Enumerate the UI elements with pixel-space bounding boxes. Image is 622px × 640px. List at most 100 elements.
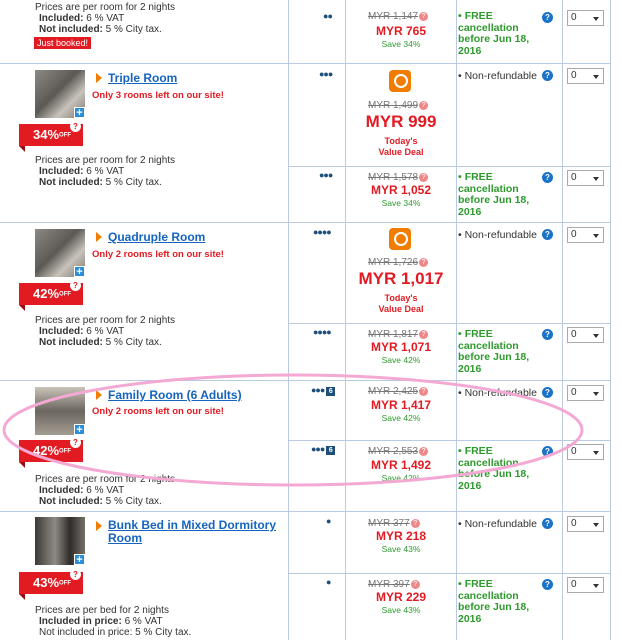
policy-not-included-label: Not included in price:	[39, 627, 133, 638]
rooms-left-warning: Only 3 rooms left on our site!	[92, 90, 224, 101]
info-icon[interactable]: ?	[70, 121, 81, 132]
room-quantity-select[interactable]: 0	[567, 577, 604, 593]
non-refundable-label: • Non-refundable	[458, 70, 537, 82]
policy-included-label: Included:	[39, 13, 84, 24]
room-quantity-select[interactable]: 0	[567, 516, 604, 532]
help-icon[interactable]: ?	[542, 518, 553, 529]
expand-photo-icon[interactable]: +	[74, 554, 85, 566]
original-price-text: MYR 397	[368, 579, 410, 590]
deal-price: MYR 765	[375, 24, 427, 38]
help-icon[interactable]: ?	[542, 579, 553, 590]
original-price-text: MYR 1,726	[368, 257, 419, 268]
info-icon[interactable]: ?	[419, 11, 429, 21]
savings-label: Save 34%	[381, 39, 421, 49]
help-icon[interactable]: ?	[542, 229, 553, 240]
original-price-text: MYR 1,147	[368, 11, 419, 22]
discount-off-label: OFF	[59, 580, 72, 587]
badge-fold	[19, 305, 25, 311]
savings-label: Save 43%	[381, 544, 421, 554]
policy-city-tax: 5 % City tax.	[105, 24, 162, 35]
free-cancellation-text: FREE cancellation before Jun 18, 2016	[458, 328, 530, 375]
row-divider	[288, 573, 610, 574]
expand-photo-icon[interactable]: +	[74, 266, 85, 278]
help-icon[interactable]: ?	[542, 12, 553, 23]
info-icon[interactable]: ?	[410, 518, 420, 528]
price-policy: Prices are per room for 2 nights Include…	[35, 2, 175, 35]
occupancy-person: ●	[327, 11, 333, 21]
policy-vat: 6 % VAT	[86, 326, 125, 337]
discount-badge: 43%OFF?	[19, 569, 83, 594]
original-price: MYR 377?	[346, 518, 456, 529]
policy-city-tax: 5 % City tax.	[105, 177, 162, 188]
room-photo[interactable]: +	[35, 229, 85, 278]
value-deal-label: Today's Value Deal	[378, 136, 424, 157]
room-quantity-select[interactable]: 0	[567, 68, 604, 84]
room-quantity-select[interactable]: 0	[567, 227, 604, 243]
highlight-ellipse	[2, 373, 584, 487]
savings-label: Save 42%	[381, 355, 421, 365]
original-price: MYR 1,817?	[346, 329, 456, 340]
occupancy-icon: ●●●	[319, 69, 333, 79]
policy-vat: 6 % VAT	[124, 616, 163, 627]
original-price-text: MYR 1,499	[368, 100, 419, 111]
info-icon[interactable]: ?	[419, 329, 429, 339]
original-price: MYR 397?	[346, 579, 456, 590]
help-icon[interactable]: ?	[542, 329, 553, 340]
room-name-link[interactable]: Quadruple Room	[108, 230, 205, 244]
grid-line	[456, 0, 457, 640]
free-cancellation: • FREE cancellation before Jun 18, 2016	[458, 171, 530, 218]
policy-city-tax: 5 % City tax.	[105, 337, 162, 348]
arrow-icon	[96, 232, 102, 242]
deal-price: MYR 1,071	[370, 340, 432, 354]
price-policy: Prices are per room for 2 nights Include…	[35, 155, 175, 188]
deal-price: MYR 229	[375, 590, 427, 604]
room-name-link[interactable]: Bunk Bed in Mixed Dormitory Room	[108, 519, 278, 545]
room-quantity-select[interactable]: 0	[567, 10, 604, 26]
room-photo[interactable]: +	[35, 70, 85, 119]
info-icon[interactable]: ?	[70, 569, 81, 580]
room-photo[interactable]: +	[35, 517, 85, 566]
row-divider	[0, 511, 610, 512]
room-quantity-select[interactable]: 0	[567, 327, 604, 343]
occupancy-icon: ●●	[323, 11, 333, 21]
room-quantity-select[interactable]: 0	[567, 170, 604, 186]
info-icon[interactable]: ?	[410, 579, 420, 589]
badge-fold	[19, 146, 25, 152]
discount-percent: 42%	[33, 286, 60, 301]
price-policy: Prices are per room for 2 nights Include…	[35, 315, 175, 348]
info-icon[interactable]: ?	[419, 257, 429, 267]
discount-off-label: OFF	[59, 291, 72, 298]
value-deal-icon	[389, 228, 411, 250]
info-icon[interactable]: ?	[419, 172, 429, 182]
occupancy-icon: ●●●	[319, 170, 333, 180]
non-refundable-label: • Non-refundable	[458, 518, 537, 530]
policy-included-label: Included:	[39, 166, 84, 177]
room-name-link[interactable]: Triple Room	[108, 71, 177, 85]
policy-per-room: Prices are per room for 2 nights	[35, 315, 176, 326]
policy-per-room: Prices are per room for 2 nights	[35, 155, 176, 166]
arrow-icon	[96, 521, 102, 531]
policy-per-room: Prices are per room for 2 nights	[35, 2, 176, 13]
row-divider	[0, 63, 610, 64]
help-icon[interactable]: ?	[542, 70, 553, 81]
non-refundable-text: Non-refundable	[464, 229, 537, 241]
price-policy: Prices are per bed for 2 nights Included…	[35, 605, 191, 638]
info-icon[interactable]: ?	[419, 100, 429, 110]
expand-photo-icon[interactable]: +	[74, 107, 85, 119]
info-icon[interactable]: ?	[70, 280, 81, 291]
row-divider	[288, 166, 610, 167]
policy-vat: 6 % VAT	[86, 166, 125, 177]
policy-city-tax: 5 % City tax.	[135, 627, 192, 638]
discount-badge: 42%OFF?	[19, 280, 83, 305]
just-booked-badge: Just booked!	[34, 37, 92, 49]
non-refundable-text: Non-refundable	[464, 70, 537, 82]
deal-price: MYR 1,052	[370, 183, 432, 197]
free-cancellation: • FREE cancellation before Jun 18, 2016	[458, 578, 530, 625]
savings-label: Save 43%	[381, 605, 421, 615]
value-deal-icon	[389, 70, 411, 92]
deal-price: MYR 999	[365, 112, 437, 131]
discount-percent: 34%	[33, 127, 60, 142]
policy-not-included-label: Not included:	[39, 24, 103, 35]
help-icon[interactable]: ?	[542, 172, 553, 183]
grid-line	[610, 0, 611, 640]
